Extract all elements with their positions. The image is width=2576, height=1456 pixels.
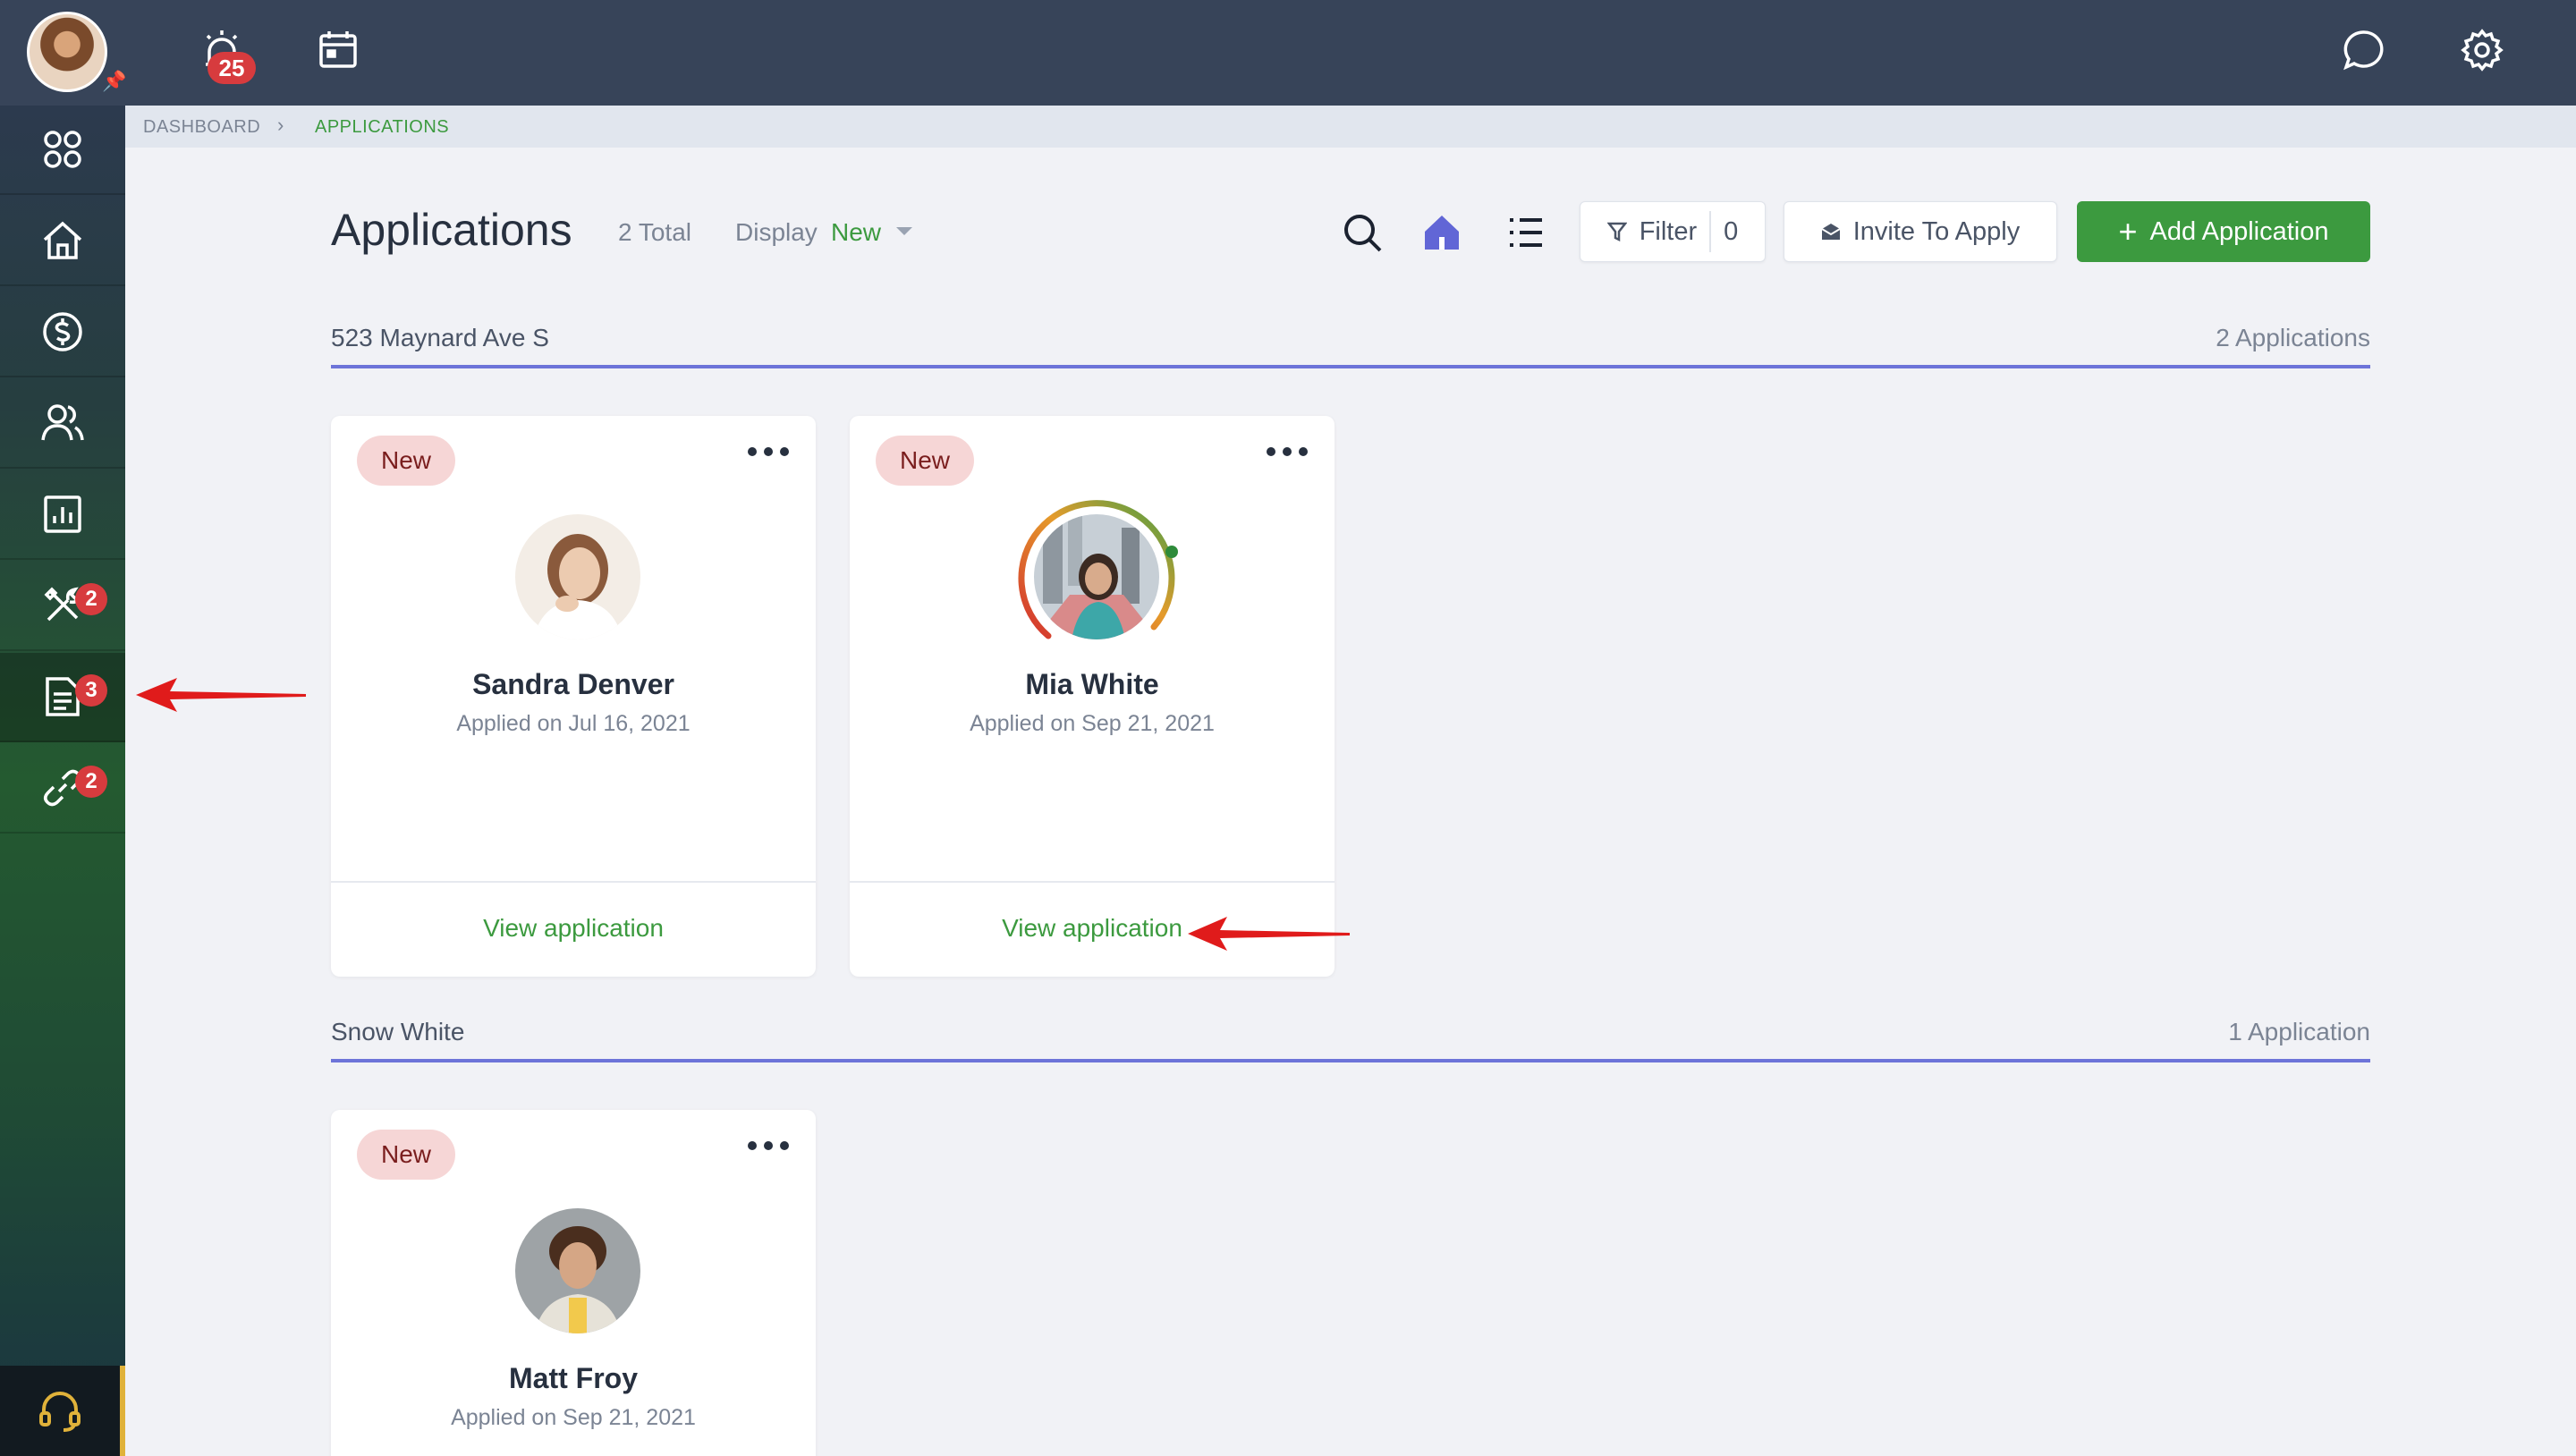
divider [331,881,816,883]
sidebar-item-people[interactable] [0,379,125,469]
maintenance-badge: 2 [75,583,107,615]
breadcrumb-dashboard[interactable]: DASHBOARD [143,117,260,138]
invite-to-apply-button[interactable]: Invite To Apply [1784,201,2057,262]
list-view-icon[interactable] [1501,207,1551,258]
group-count: 1 Application [2228,1018,2370,1045]
sidebar-item-maintenance[interactable]: 2 [0,562,125,651]
dollar-icon [43,312,82,351]
add-application-button[interactable]: + Add Application [2077,201,2370,262]
chat-icon[interactable] [2336,23,2390,77]
links-badge: 2 [75,766,107,798]
group-divider [331,365,2370,368]
search-icon[interactable] [1337,207,1387,258]
user-avatar[interactable] [27,12,107,92]
grid-icon [44,131,81,168]
sidebar-item-links[interactable]: 2 [0,744,125,834]
applicant-name: Mia White [1025,668,1159,700]
sidebar-item-payments[interactable] [0,288,125,377]
add-application-label: Add Application [2149,216,2329,246]
filter-icon [1606,222,1627,242]
applicant-avatar [515,514,640,639]
top-bar: 📌 25 [0,0,2576,106]
plus-icon: + [2118,213,2138,250]
status-badge: New [357,436,455,486]
breadcrumb [125,106,2576,148]
status-badge: New [357,1130,455,1180]
applied-date: Applied on Sep 21, 2021 [451,1405,696,1430]
application-card[interactable]: New Sandra Denver Applied on Jul 16, 202… [331,416,816,977]
sidebar-item-apps[interactable] [0,106,125,195]
group-divider [331,1059,2370,1062]
envelope-icon [1821,224,1841,240]
invite-label: Invite To Apply [1852,216,2021,246]
sidebar-item-reports[interactable] [0,470,125,560]
headset-icon [39,1391,80,1432]
chart-icon [44,495,81,533]
total-count: 2 Total [618,218,691,246]
filter-button[interactable]: Filter 0 [1580,201,1766,262]
more-options-icon[interactable] [1267,444,1308,459]
applicant-avatar [515,1208,640,1333]
home-icon [43,221,82,259]
property-view-icon[interactable] [1417,207,1467,258]
group-title: 523 Maynard Ave S [331,324,549,351]
applicant-name: Sandra Denver [472,668,674,700]
display-label: Display [735,218,818,246]
display-select[interactable]: New [831,218,881,247]
annotation-arrow [136,678,306,712]
notification-badge: 25 [208,52,256,84]
more-options-icon[interactable] [748,444,789,459]
gear-icon[interactable] [2455,23,2509,77]
calendar-icon[interactable] [311,23,365,77]
chevron-down-icon[interactable] [896,227,912,235]
application-card[interactable]: New Matt Froy Applied on Sep 21, 2021 [331,1110,816,1456]
more-options-icon[interactable] [748,1139,789,1153]
applications-badge: 3 [75,674,107,707]
people-icon [41,404,84,441]
breadcrumb-applications[interactable]: APPLICATIONS [315,117,449,138]
support-button[interactable] [0,1366,125,1456]
group-title: Snow White [331,1018,465,1045]
applied-date: Applied on Sep 21, 2021 [970,711,1215,736]
divider [1709,211,1712,252]
annotation-arrow [1188,917,1350,951]
page-title: Applications [331,205,572,255]
applied-date: Applied on Jul 16, 2021 [456,711,691,736]
sidebar-item-applications[interactable]: 3 [0,653,125,742]
application-card[interactable]: New Mia White Applied on Sep 21, 2021 Vi… [850,416,1335,977]
breadcrumb-separator: › [277,114,284,136]
applicant-avatar [1034,514,1159,639]
applicant-name: Matt Froy [509,1362,638,1394]
filter-count: 0 [1724,216,1739,246]
sidebar-item-home[interactable] [0,197,125,286]
sidebar: 2 3 2 [0,106,125,1456]
status-badge: New [876,436,974,486]
pin-icon: 📌 [102,70,127,92]
filter-label: Filter [1639,216,1698,246]
view-application-link[interactable]: View application [331,914,816,943]
group-count: 2 Applications [2216,324,2370,351]
divider [850,881,1335,883]
